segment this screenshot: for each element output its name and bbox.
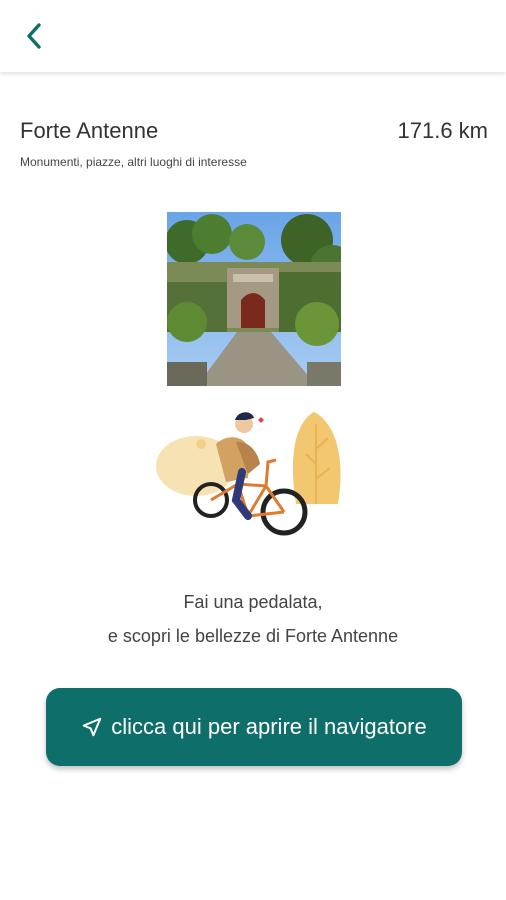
back-button[interactable] [16, 18, 52, 54]
distance-label: 171.6 km [397, 118, 489, 143]
message-line-1: Fai una pedalata, [183, 592, 323, 612]
navigation-arrow-icon [81, 716, 103, 738]
place-category: Monumenti, piazze, altri luoghi di inter… [20, 155, 247, 169]
top-app-bar [0, 0, 506, 72]
open-navigator-button[interactable]: clicca qui per aprire il navigatore [46, 688, 462, 766]
place-photo [167, 212, 341, 386]
chevron-left-icon [27, 23, 41, 49]
open-navigator-label: clicca qui per aprire il navigatore [111, 714, 427, 739]
message-line-2: e scopri le bellezze di Forte Antenne [107, 626, 399, 646]
cyclist-illustration [156, 404, 352, 544]
bike-message: Fai una pedalata, e scopri le bellezze d… [0, 585, 506, 653]
place-title: Forte Antenne [20, 118, 159, 143]
